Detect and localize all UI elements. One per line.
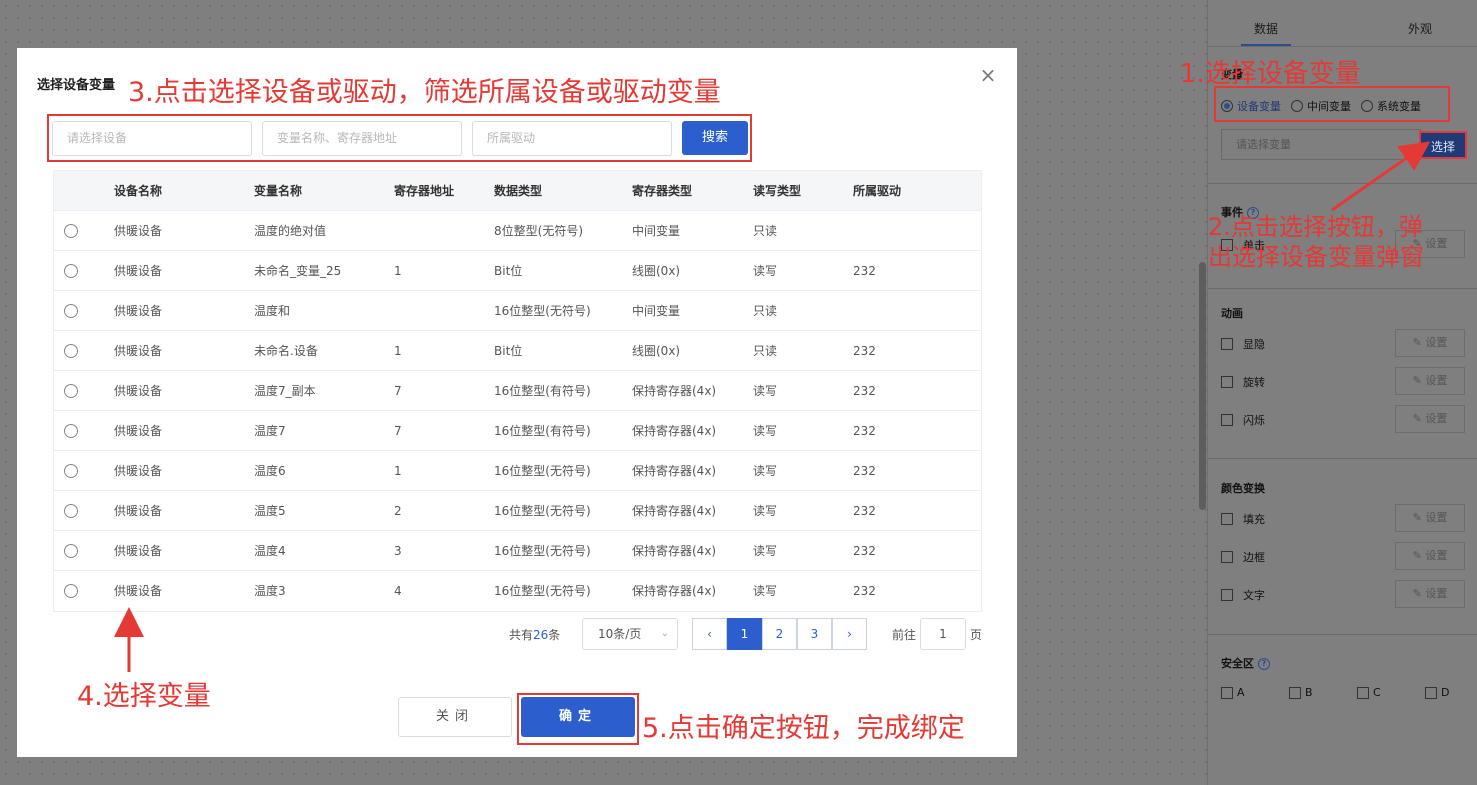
arrow-to-select-button [1331,141,1431,212]
annotation-arrows [114,141,1431,672]
